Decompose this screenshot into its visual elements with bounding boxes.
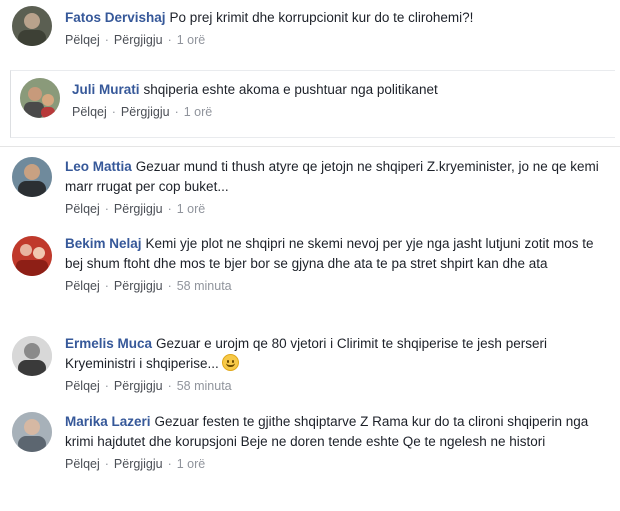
comment-timestamp[interactable]: 1 orë — [184, 105, 213, 119]
comment-author[interactable]: Leo Mattia — [65, 159, 132, 174]
separator: · — [167, 279, 172, 293]
avatar[interactable] — [12, 412, 52, 452]
reply-button[interactable]: Përgjigju — [114, 33, 163, 47]
comment-author[interactable]: Juli Murati — [72, 82, 140, 97]
like-button[interactable]: Pëlqej — [65, 33, 100, 47]
reply-button[interactable]: Përgjigju — [114, 202, 163, 216]
like-button[interactable]: Pëlqej — [65, 457, 100, 471]
comment-author[interactable]: Bekim Nelaj — [65, 236, 142, 251]
like-button[interactable]: Pëlqej — [65, 379, 100, 393]
separator: · — [167, 379, 172, 393]
separator: · — [167, 457, 172, 471]
like-button[interactable]: Pëlqej — [65, 279, 100, 293]
separator: · — [104, 202, 109, 216]
comment-author[interactable]: Marika Lazeri — [65, 414, 151, 429]
comment-text: shqiperia eshte akoma e pushtuar nga pol… — [143, 82, 438, 97]
comment-author[interactable]: Fatos Dervishaj — [65, 10, 166, 25]
comments-feed: Fatos Dervishaj Po prej krimit dhe korrup… — [0, 0, 620, 511]
avatar[interactable] — [12, 157, 52, 197]
reply-button[interactable]: Përgjigju — [114, 379, 163, 393]
comment-timestamp[interactable]: 58 minuta — [177, 279, 232, 293]
like-button[interactable]: Pëlqej — [72, 105, 107, 119]
like-button[interactable]: Pëlqej — [65, 202, 100, 216]
avatar[interactable] — [12, 236, 52, 276]
avatar[interactable] — [20, 78, 60, 118]
comment-timestamp[interactable]: 1 orë — [177, 202, 206, 216]
comment-timestamp[interactable]: 1 orë — [177, 33, 206, 47]
separator: · — [174, 105, 179, 119]
comment-text: Po prej krimit dhe korrupcionit kur do t… — [169, 10, 474, 25]
reply-button[interactable]: Përgjigju — [121, 105, 170, 119]
separator: · — [111, 105, 116, 119]
comment-timestamp[interactable]: 1 orë — [177, 457, 206, 471]
avatar[interactable] — [12, 6, 52, 46]
separator: · — [104, 279, 109, 293]
separator: · — [104, 33, 109, 47]
separator: · — [167, 202, 172, 216]
comment-text: Gezuar mund ti thush atyre qe jetojn ne … — [65, 159, 599, 194]
separator: · — [104, 379, 109, 393]
reply-button[interactable]: Përgjigju — [114, 279, 163, 293]
separator: · — [167, 33, 172, 47]
divider — [0, 146, 620, 147]
comment-author[interactable]: Ermelis Muca — [65, 336, 152, 351]
comment-timestamp[interactable]: 58 minuta — [177, 379, 232, 393]
avatar[interactable] — [12, 336, 52, 376]
reply-button[interactable]: Përgjigju — [114, 457, 163, 471]
smiley-emoji-icon — [221, 354, 239, 371]
comment-text: Kemi yje plot ne shqipri ne skemi nevoj … — [65, 236, 594, 271]
separator: · — [104, 457, 109, 471]
